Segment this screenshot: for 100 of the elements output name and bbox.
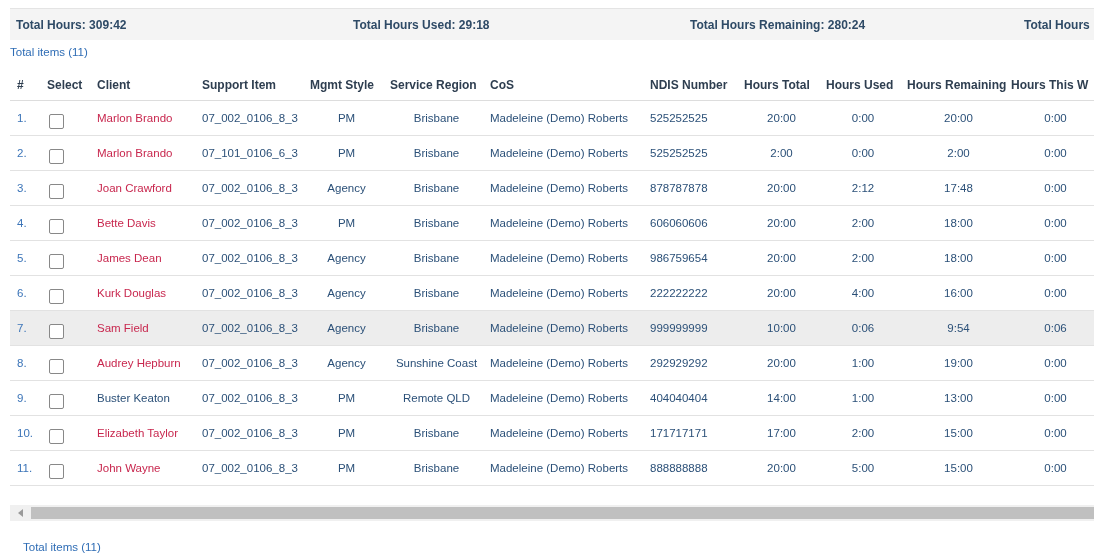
client-link[interactable]: Marlon Brando bbox=[97, 147, 173, 159]
table-cell: PM bbox=[337, 217, 356, 229]
client-link[interactable]: Joan Crawford bbox=[97, 182, 172, 194]
table-cell: 525252525 bbox=[650, 147, 708, 159]
column-header: NDIS Number bbox=[650, 78, 728, 92]
column-header: CoS bbox=[490, 78, 514, 92]
table-cell: 20:00 bbox=[944, 112, 973, 124]
select-checkbox[interactable] bbox=[49, 218, 64, 234]
table-cell: Madeleine (Demo) Roberts bbox=[490, 147, 629, 159]
select-checkbox[interactable] bbox=[49, 288, 64, 304]
row-number: 6. bbox=[17, 287, 27, 299]
table-cell: 07_002_0106_8_3 bbox=[202, 462, 298, 474]
table-cell: 19:00 bbox=[944, 357, 973, 369]
table-cell: Madeleine (Demo) Roberts bbox=[490, 252, 629, 264]
table-cell: Madeleine (Demo) Roberts bbox=[490, 182, 629, 194]
select-checkbox[interactable] bbox=[49, 393, 64, 409]
horizontal-scrollbar[interactable] bbox=[10, 505, 1094, 521]
row-number: 5. bbox=[17, 252, 27, 264]
table-cell: 18:00 bbox=[944, 217, 973, 229]
table-cell: 14:00 bbox=[767, 392, 796, 404]
client-link[interactable]: Kurk Douglas bbox=[97, 287, 167, 299]
table-cell: 16:00 bbox=[944, 287, 973, 299]
table-cell: 4:00 bbox=[851, 287, 875, 299]
summary-total: Total Hours: 309:42 bbox=[15, 17, 127, 32]
client-link[interactable]: Audrey Hepburn bbox=[97, 357, 181, 369]
table-cell: 20:00 bbox=[767, 357, 796, 369]
select-checkbox[interactable] bbox=[49, 428, 64, 444]
table-cell: Brisbane bbox=[413, 462, 460, 474]
table-cell: 2:00 bbox=[947, 147, 970, 159]
table-cell: 2:00 bbox=[851, 252, 875, 264]
table-cell: 0:00 bbox=[1044, 357, 1067, 369]
total-items-link[interactable]: Total items (11) bbox=[10, 46, 88, 58]
table-cell: 10:00 bbox=[767, 322, 796, 334]
table-cell: Agency bbox=[327, 287, 366, 299]
table-cell: Madeleine (Demo) Roberts bbox=[490, 112, 629, 124]
table-cell: PM bbox=[337, 427, 356, 439]
table-cell: Agency bbox=[327, 182, 366, 194]
table-cell: 07_002_0106_8_3 bbox=[202, 427, 298, 439]
client-link[interactable]: Elizabeth Taylor bbox=[97, 427, 178, 439]
table-cell: Madeleine (Demo) Roberts bbox=[490, 462, 629, 474]
table-cell: 0:00 bbox=[1044, 287, 1067, 299]
table-cell: 20:00 bbox=[767, 112, 796, 124]
summary-total: Total Hours Remaining: 280:24 bbox=[689, 17, 866, 32]
table-cell: 878787878 bbox=[650, 182, 708, 194]
select-checkbox[interactable] bbox=[49, 253, 64, 269]
table-cell: Brisbane bbox=[413, 147, 460, 159]
table-cell: 07_002_0106_8_3 bbox=[202, 322, 298, 334]
table-cell: 20:00 bbox=[767, 287, 796, 299]
table-cell: Remote QLD bbox=[402, 392, 471, 404]
table-cell: 20:00 bbox=[767, 182, 796, 194]
client-link[interactable]: Marlon Brando bbox=[97, 112, 173, 124]
table-cell: 0:06 bbox=[1044, 322, 1067, 334]
select-checkbox[interactable] bbox=[49, 113, 64, 129]
scroll-left-icon[interactable] bbox=[17, 509, 24, 517]
column-header: Client bbox=[97, 78, 131, 92]
table-cell: 525252525 bbox=[650, 112, 708, 124]
select-checkbox[interactable] bbox=[49, 183, 64, 199]
table-cell: Madeleine (Demo) Roberts bbox=[490, 427, 629, 439]
scrollbar-thumb[interactable] bbox=[31, 507, 1094, 519]
table-cell: 07_002_0106_8_3 bbox=[202, 392, 298, 404]
table-cell: 5:00 bbox=[851, 462, 875, 474]
row-number: 8. bbox=[17, 357, 27, 369]
table-cell: 2:00 bbox=[770, 147, 793, 159]
table-cell: 171717171 bbox=[650, 427, 708, 439]
select-checkbox[interactable] bbox=[49, 148, 64, 164]
select-checkbox[interactable] bbox=[49, 463, 64, 479]
table-cell: Madeleine (Demo) Roberts bbox=[490, 392, 629, 404]
row-number: 11. bbox=[17, 462, 33, 474]
table-cell: 999999999 bbox=[650, 322, 708, 334]
table-cell: 2:12 bbox=[851, 182, 875, 194]
client-link[interactable]: James Dean bbox=[97, 252, 162, 264]
table-cell: 07_002_0106_8_3 bbox=[202, 217, 298, 229]
table-cell: 18:00 bbox=[944, 252, 973, 264]
table-cell: Sunshine Coast bbox=[395, 357, 478, 369]
table-cell: Brisbane bbox=[413, 322, 460, 334]
client-link[interactable]: John Wayne bbox=[97, 462, 161, 474]
table-cell: Brisbane bbox=[413, 112, 460, 124]
select-checkbox[interactable] bbox=[49, 323, 64, 339]
table-cell: 1:00 bbox=[851, 392, 875, 404]
client-link[interactable]: Bette Davis bbox=[97, 217, 156, 229]
table-cell: 07_002_0106_8_3 bbox=[202, 357, 298, 369]
row-number: 7. bbox=[17, 322, 27, 334]
table-cell: 13:00 bbox=[944, 392, 973, 404]
table-cell: 07_101_0106_6_3 bbox=[202, 147, 298, 159]
column-header: Hours This W bbox=[1011, 78, 1089, 92]
column-header: Hours Total bbox=[744, 78, 810, 92]
table-cell: Brisbane bbox=[413, 182, 460, 194]
table-cell: PM bbox=[337, 147, 356, 159]
total-items-link[interactable]: Total items (11) bbox=[23, 541, 101, 553]
table-cell: PM bbox=[337, 392, 356, 404]
row-number: 2. bbox=[17, 147, 27, 159]
client-link[interactable]: Buster Keaton bbox=[97, 392, 170, 404]
table-cell: 07_002_0106_8_3 bbox=[202, 182, 298, 194]
column-header: Select bbox=[47, 78, 83, 92]
row-number: 1. bbox=[17, 112, 27, 124]
select-checkbox[interactable] bbox=[49, 358, 64, 374]
table-cell: PM bbox=[337, 462, 356, 474]
table-cell: 888888888 bbox=[650, 462, 708, 474]
client-link[interactable]: Sam Field bbox=[97, 322, 149, 334]
table-cell: 0:06 bbox=[851, 322, 875, 334]
